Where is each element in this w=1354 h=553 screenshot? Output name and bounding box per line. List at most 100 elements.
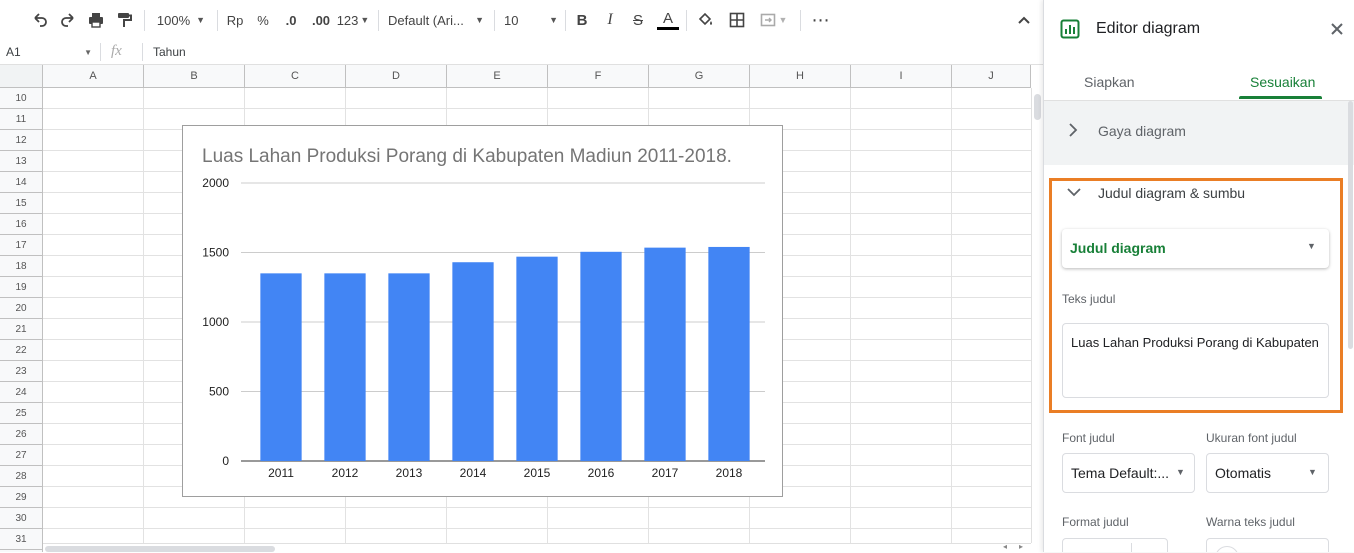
scroll-left-icon[interactable]: ◂ <box>1003 542 1007 551</box>
row-header-30[interactable]: 30 <box>0 508 42 529</box>
tab-sesuaikan[interactable]: Sesuaikan <box>1250 74 1315 90</box>
title-format-buttons[interactable] <box>1062 538 1168 552</box>
font-size-value: 10 <box>504 12 519 28</box>
section-label: Gaya diagram <box>1098 123 1186 139</box>
row-header-29[interactable]: 29 <box>0 487 42 508</box>
row-gridline <box>43 108 1031 109</box>
column-header-g[interactable]: G <box>649 65 750 87</box>
font-size-select[interactable]: Otomatis ▼ <box>1206 453 1329 493</box>
select-all-corner[interactable] <box>0 65 43 87</box>
row-header-28[interactable]: 28 <box>0 466 42 487</box>
chart-title: Luas Lahan Produksi Porang di Kabupaten … <box>202 146 732 167</box>
close-icon[interactable] <box>1327 19 1347 39</box>
font-family-select[interactable]: Default (Ari... ▼ <box>388 8 484 32</box>
font-size-select[interactable]: 10 ▼ <box>504 8 558 32</box>
y-tick-label: 2000 <box>202 176 229 190</box>
toolbar-divider <box>686 10 687 31</box>
column-header-f[interactable]: F <box>548 65 649 87</box>
scroll-right-icon[interactable]: ▸ <box>1019 542 1023 551</box>
column-headers: ABCDEFGHIJ <box>0 65 1031 88</box>
zoom-select[interactable]: 100% ▼ <box>152 8 210 32</box>
collapse-menu-icon[interactable] <box>1013 8 1035 32</box>
row-headers: 10 11 12 13 14 15 16 17 18 19 20 21 22 23 24 25 26 27 28 29… <box>0 88 43 552</box>
percent-button[interactable]: % <box>253 8 273 32</box>
row-header-14[interactable]: 14 <box>0 172 42 193</box>
decrease-decimal-button[interactable]: .0 <box>279 8 303 32</box>
column-gridline <box>951 88 952 543</box>
horizontal-scroll-thumb[interactable] <box>45 546 275 552</box>
redo-icon[interactable] <box>57 8 79 32</box>
row-header-27[interactable]: 27 <box>0 445 42 466</box>
fx-icon: fx <box>111 43 122 59</box>
column-header-i[interactable]: I <box>851 65 952 87</box>
italic-button[interactable]: I <box>600 8 620 32</box>
column-header-a[interactable]: A <box>43 65 144 87</box>
title-color-select[interactable] <box>1206 538 1329 552</box>
fill-color-icon[interactable] <box>695 8 717 32</box>
currency-button[interactable]: Rp <box>224 8 246 32</box>
panel-title: Editor diagram <box>1096 20 1201 37</box>
x-tick-label: 2018 <box>716 466 743 480</box>
x-tick-label: 2015 <box>524 466 551 480</box>
chevron-down-icon: ▼ <box>1176 467 1185 477</box>
text-color-button[interactable]: A <box>656 8 680 32</box>
text-color-icon: A <box>662 10 673 27</box>
bar-2016 <box>580 251 622 461</box>
bold-button[interactable]: B <box>572 8 592 32</box>
tab-siapkan[interactable]: Siapkan <box>1084 74 1135 90</box>
row-header-16[interactable]: 16 <box>0 214 42 235</box>
row-header-13[interactable]: 13 <box>0 151 42 172</box>
active-tab-indicator <box>1239 96 1322 99</box>
percent-label: % <box>257 12 269 28</box>
chart-container[interactable]: Luas Lahan Produksi Porang di Kabupaten … <box>182 125 783 497</box>
row-header-31[interactable]: 31 <box>0 529 42 550</box>
row-header-21[interactable]: 21 <box>0 319 42 340</box>
column-header-c[interactable]: C <box>245 65 346 87</box>
strikethrough-button[interactable]: S <box>628 8 648 32</box>
undo-icon[interactable] <box>29 8 51 32</box>
bar-2018 <box>708 246 750 461</box>
x-tick-label: 2012 <box>332 466 359 480</box>
more-formats-label: 123 <box>336 12 359 28</box>
divider <box>142 43 143 61</box>
more-formats-button[interactable]: 123 ▼ <box>336 8 370 32</box>
column-header-e[interactable]: E <box>447 65 548 87</box>
paint-format-icon[interactable] <box>113 8 135 32</box>
name-box[interactable]: A1 ▼ <box>6 45 92 61</box>
row-header-26[interactable]: 26 <box>0 424 42 445</box>
row-header-24[interactable]: 24 <box>0 382 42 403</box>
bar-2012 <box>324 273 366 461</box>
column-header-h[interactable]: H <box>750 65 851 87</box>
row-header-12[interactable]: 12 <box>0 130 42 151</box>
row-header-18[interactable]: 18 <box>0 256 42 277</box>
row-header-20[interactable]: 20 <box>0 298 42 319</box>
increase-decimal-button[interactable]: .00 <box>307 8 335 32</box>
formula-input[interactable]: Tahun <box>153 45 1013 61</box>
row-header-25[interactable]: 25 <box>0 403 42 424</box>
merge-cells-icon[interactable]: ▼ <box>755 8 791 32</box>
row-header-10[interactable]: 10 <box>0 88 42 109</box>
y-tick-label: 1000 <box>202 315 229 329</box>
print-icon[interactable] <box>85 8 107 32</box>
row-header-19[interactable]: 19 <box>0 277 42 298</box>
column-header-b[interactable]: B <box>144 65 245 87</box>
column-header-d[interactable]: D <box>346 65 447 87</box>
divider <box>100 43 101 61</box>
row-header-15[interactable]: 15 <box>0 193 42 214</box>
vertical-scroll-thumb[interactable] <box>1034 94 1041 120</box>
chevron-down-icon: ▼ <box>1308 467 1317 477</box>
column-header-j[interactable]: J <box>952 65 1031 87</box>
font-title-select[interactable]: Tema Default:... ▼ <box>1062 453 1195 493</box>
section-gaya-diagram[interactable]: Gaya diagram <box>1044 101 1354 161</box>
row-gridline <box>43 507 1031 508</box>
chevron-down-icon: ▼ <box>778 15 788 25</box>
row-header-22[interactable]: 22 <box>0 340 42 361</box>
row-header-23[interactable]: 23 <box>0 361 42 382</box>
panel-scroll-thumb[interactable] <box>1348 101 1353 349</box>
row-header-11[interactable]: 11 <box>0 109 42 130</box>
borders-icon[interactable] <box>726 8 748 32</box>
row-header-17[interactable]: 17 <box>0 235 42 256</box>
bar-2013 <box>388 273 430 461</box>
more-options-icon[interactable]: ⋯ <box>810 8 832 32</box>
chevron-down-icon: ▼ <box>360 15 370 25</box>
